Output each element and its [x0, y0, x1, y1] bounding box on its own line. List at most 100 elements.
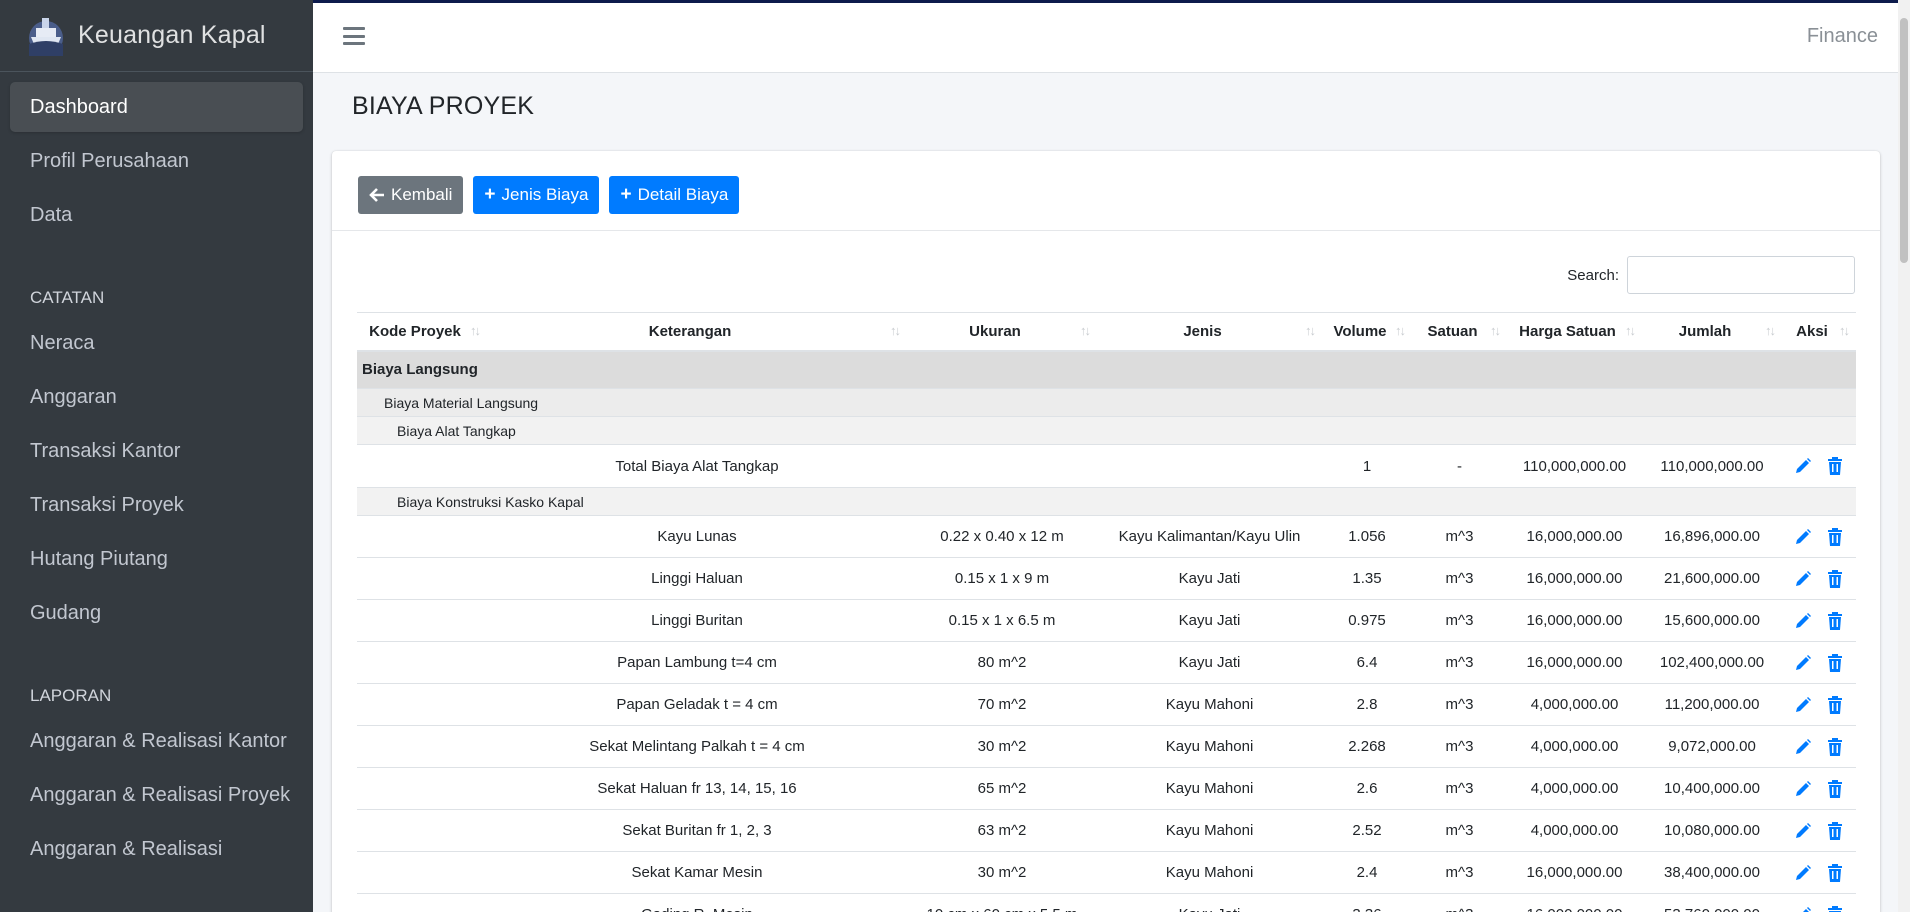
delete-trash-icon[interactable]	[1825, 611, 1845, 631]
back-button[interactable]: Kembali	[358, 176, 464, 214]
biaya-table: Kode Proyek ↑↓ Keterangan ↑↓ Ukuran ↑↓ Jeni…	[357, 312, 1856, 912]
col-kode-proyek[interactable]: Kode Proyek ↑↓	[357, 312, 487, 352]
vertical-scrollbar[interactable]	[1898, 0, 1910, 912]
group-row-alat-tangkap: Biaya Alat Tangkap	[357, 416, 1856, 445]
edit-pencil-icon[interactable]	[1793, 779, 1813, 799]
cell-jumlah: 38,400,000.00	[1642, 851, 1782, 894]
edit-pencil-icon[interactable]	[1793, 737, 1813, 757]
cell-kode	[357, 599, 487, 642]
cell-aksi	[1782, 893, 1856, 912]
cell-aksi	[1782, 851, 1856, 894]
sidebar-item-hutang-piutang[interactable]: Hutang Piutang	[10, 534, 303, 584]
col-keterangan[interactable]: Keterangan ↑↓	[487, 312, 907, 352]
sidebar-item-neraca[interactable]: Neraca	[10, 318, 303, 368]
cell-harga: 16,000,000.00	[1507, 515, 1642, 558]
sidebar-item-data[interactable]: Data	[10, 190, 303, 240]
sidebar-header-catatan: CATATAN	[10, 244, 303, 312]
delete-trash-icon[interactable]	[1825, 695, 1845, 715]
plus-icon: +	[484, 184, 496, 205]
card-toolbar: Kembali + Jenis Biaya + Detail Biaya	[332, 151, 1880, 231]
delete-trash-icon[interactable]	[1825, 905, 1845, 912]
table-row: Kayu Lunas 0.22 x 0.40 x 12 m Kayu Kaliman…	[357, 515, 1856, 558]
table-header-row: Kode Proyek ↑↓ Keterangan ↑↓ Ukuran ↑↓ Jeni…	[357, 312, 1856, 352]
col-aksi-label: Aksi	[1796, 322, 1828, 340]
sidebar-item-dashboard[interactable]: Dashboard	[10, 82, 303, 132]
add-jenis-biaya-button[interactable]: + Jenis Biaya	[473, 176, 600, 214]
sidebar-nav: Dashboard Profil Perusahaan Data CATATAN…	[0, 72, 313, 888]
delete-trash-icon[interactable]	[1825, 653, 1845, 673]
row-actions	[1782, 863, 1856, 883]
brand-name: Keuangan Kapal	[78, 21, 266, 49]
edit-pencil-icon[interactable]	[1793, 569, 1813, 589]
delete-trash-icon[interactable]	[1825, 456, 1845, 476]
sidebar-item-anggaran-realisasi-kantor[interactable]: Anggaran & Realisasi Kantor	[10, 716, 303, 766]
brand[interactable]: Keuangan Kapal	[0, 0, 313, 72]
delete-trash-icon[interactable]	[1825, 821, 1845, 841]
user-menu[interactable]: Finance	[1807, 25, 1878, 48]
cell-kode	[357, 851, 487, 894]
add-detail-biaya-button[interactable]: + Detail Biaya	[609, 176, 740, 214]
table-row: Papan Lambung t=4 cm 80 m^2 Kayu Jati 6.4 m^…	[357, 641, 1856, 684]
row-actions	[1782, 737, 1856, 757]
sidebar-item-anggaran[interactable]: Anggaran	[10, 372, 303, 422]
cell-keterangan: Linggi Haluan	[487, 557, 907, 600]
edit-pencil-icon[interactable]	[1793, 821, 1813, 841]
cell-jenis	[1097, 444, 1322, 488]
cell-jenis: Kayu Mahoni	[1097, 683, 1322, 726]
col-harga-satuan[interactable]: Harga Satuan ↑↓	[1507, 312, 1642, 352]
cell-volume: 1	[1322, 444, 1412, 488]
edit-pencil-icon[interactable]	[1793, 653, 1813, 673]
delete-trash-icon[interactable]	[1825, 527, 1845, 547]
cell-aksi	[1782, 683, 1856, 726]
delete-trash-icon[interactable]	[1825, 779, 1845, 799]
cell-volume: 3.36	[1322, 893, 1412, 912]
sort-icon: ↑↓	[1395, 323, 1406, 338]
cell-harga: 16,000,000.00	[1507, 851, 1642, 894]
edit-pencil-icon[interactable]	[1793, 527, 1813, 547]
cell-satuan: m^3	[1412, 809, 1507, 852]
edit-pencil-icon[interactable]	[1793, 695, 1813, 715]
sidebar-item-profil-perusahaan[interactable]: Profil Perusahaan	[10, 136, 303, 186]
cell-volume: 1.056	[1322, 515, 1412, 558]
cell-jenis: Kayu Mahoni	[1097, 809, 1322, 852]
col-jumlah[interactable]: Jumlah ↑↓	[1642, 312, 1782, 352]
cell-jenis: Kayu Jati	[1097, 599, 1322, 642]
sort-icon: ↑↓	[1765, 323, 1776, 338]
col-satuan[interactable]: Satuan ↑↓	[1412, 312, 1507, 352]
scrollbar-thumb[interactable]	[1900, 18, 1908, 263]
page-title: BIAYA PROYEK	[352, 92, 535, 120]
delete-trash-icon[interactable]	[1825, 737, 1845, 757]
table-row: Sekat Melintang Palkah t = 4 cm 30 m^2 Kay…	[357, 725, 1856, 768]
sidebar-item-transaksi-kantor[interactable]: Transaksi Kantor	[10, 426, 303, 476]
cell-ukuran	[907, 444, 1097, 488]
sidebar-item-transaksi-proyek[interactable]: Transaksi Proyek	[10, 480, 303, 530]
row-actions	[1782, 779, 1856, 799]
cell-volume: 6.4	[1322, 641, 1412, 684]
col-ukuran[interactable]: Ukuran ↑↓	[907, 312, 1097, 352]
search-input[interactable]	[1627, 256, 1855, 294]
cell-kode	[357, 725, 487, 768]
delete-trash-icon[interactable]	[1825, 863, 1845, 883]
row-actions	[1782, 695, 1856, 715]
cell-jumlah: 21,600,000.00	[1642, 557, 1782, 600]
cell-keterangan: Sekat Haluan fr 13, 14, 15, 16	[487, 767, 907, 810]
hamburger-menu-icon[interactable]	[343, 27, 365, 45]
cell-ukuran: 0.15 x 1 x 6.5 m	[907, 599, 1097, 642]
cell-jumlah: 11,200,000.00	[1642, 683, 1782, 726]
edit-pencil-icon[interactable]	[1793, 611, 1813, 631]
sidebar-item-gudang[interactable]: Gudang	[10, 588, 303, 638]
cell-satuan: m^3	[1412, 599, 1507, 642]
delete-trash-icon[interactable]	[1825, 569, 1845, 589]
sidebar-item-anggaran-realisasi[interactable]: Anggaran & Realisasi	[10, 824, 303, 874]
col-volume[interactable]: Volume ↑↓	[1322, 312, 1412, 352]
edit-pencil-icon[interactable]	[1793, 905, 1813, 912]
cell-keterangan: Sekat Buritan fr 1, 2, 3	[487, 809, 907, 852]
sidebar-item-anggaran-realisasi-proyek[interactable]: Anggaran & Realisasi Proyek	[10, 770, 303, 820]
col-jenis[interactable]: Jenis ↑↓	[1097, 312, 1322, 352]
cell-aksi	[1782, 599, 1856, 642]
edit-pencil-icon[interactable]	[1793, 863, 1813, 883]
cell-aksi	[1782, 767, 1856, 810]
cell-ukuran: 0.15 x 1 x 9 m	[907, 557, 1097, 600]
col-aksi[interactable]: Aksi ↑↓	[1782, 312, 1856, 352]
edit-pencil-icon[interactable]	[1793, 456, 1813, 476]
